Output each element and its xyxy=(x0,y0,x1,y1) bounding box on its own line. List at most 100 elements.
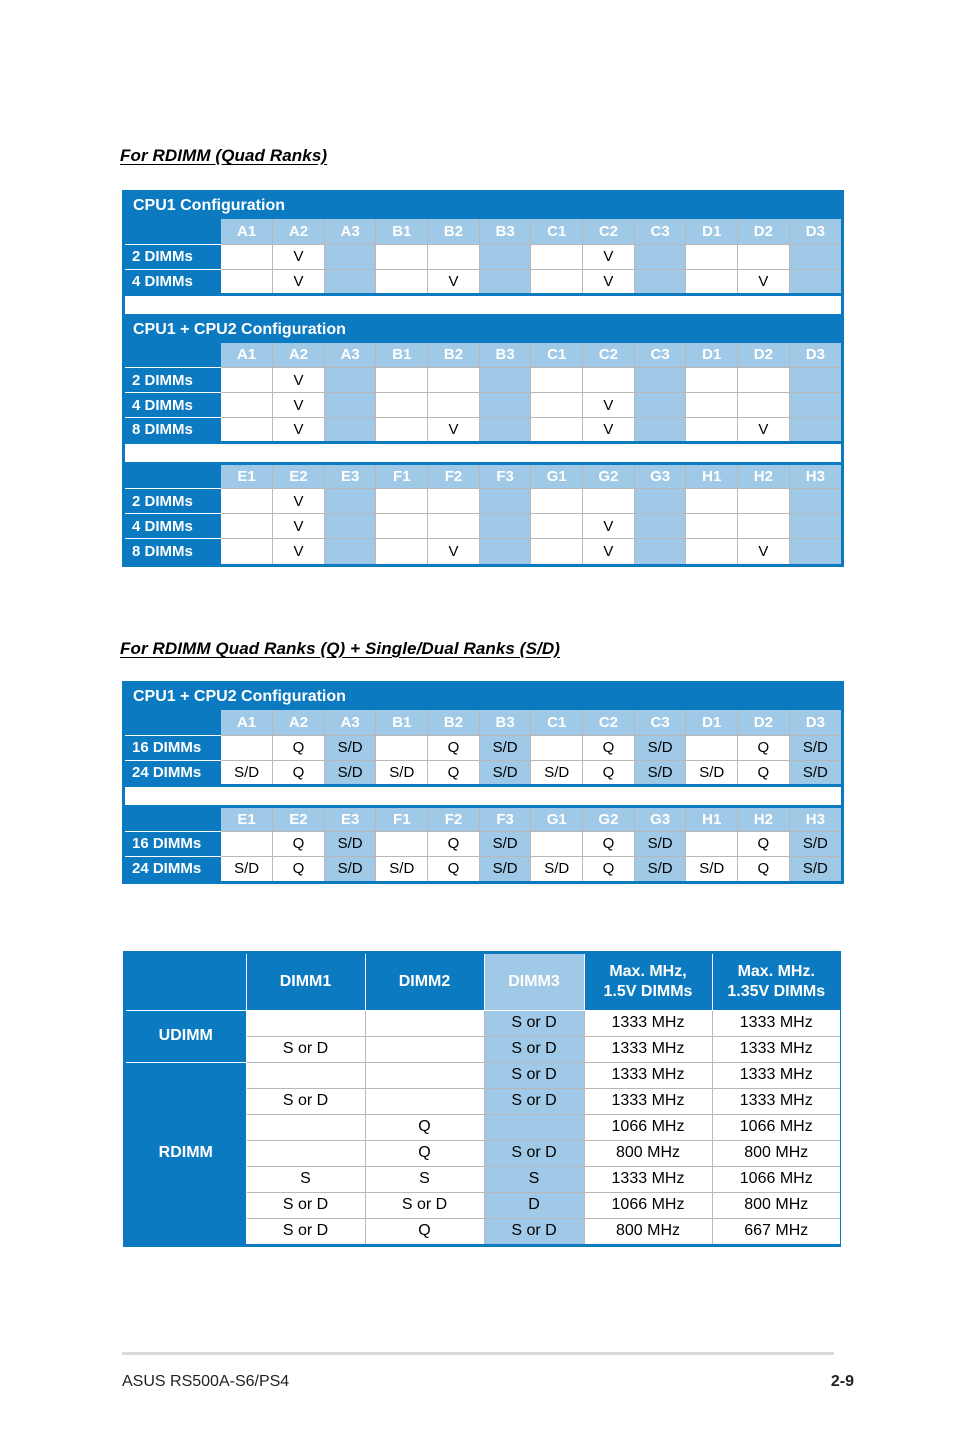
matrix-cell-d2: Q xyxy=(737,735,790,761)
matrix-cell-e2: Q xyxy=(272,856,325,881)
column-header-h2: H2 xyxy=(737,806,790,832)
matrix-cell-b3 xyxy=(479,392,532,418)
table-row: 8 DIMMs V V V V xyxy=(125,538,842,564)
matrix-cell-d3 xyxy=(789,244,842,270)
matrix-cell-b3 xyxy=(479,417,532,443)
matrix-cell-c3 xyxy=(634,244,687,270)
table-title: CPU1 + CPU2 Configuration xyxy=(125,684,841,710)
matrix-cell-d2: V xyxy=(737,269,790,295)
table-header-row: A1 A2 A3 B1 B2 B3 C1 C2 C3 D1 D2 D3 xyxy=(125,219,842,245)
matrix-cell-a3 xyxy=(324,392,377,418)
column-header-a2: A2 xyxy=(272,710,325,736)
matrix-cell-e2: V xyxy=(272,538,325,564)
matrix-cell-b2: V xyxy=(427,269,480,295)
column-header-d2: D2 xyxy=(737,342,790,368)
column-header-e1: E1 xyxy=(221,806,274,832)
table-title: CPU1 Configuration xyxy=(125,193,842,219)
matrix-cell-c3 xyxy=(634,417,687,443)
matrix-cell-c3 xyxy=(634,269,687,295)
matrix-cell-f1 xyxy=(375,513,429,539)
matrix-cell-e3 xyxy=(324,538,377,564)
column-header-f1: F1 xyxy=(375,463,429,489)
matrix-cell-c1: S/D xyxy=(530,760,584,786)
matrix-cell-f1 xyxy=(375,538,429,564)
matrix-cell-a1 xyxy=(221,269,274,295)
speed-cell-dimm3: S or D xyxy=(484,1088,585,1115)
column-header-d2: D2 xyxy=(737,219,790,245)
speed-cell-max-15v: 1066 MHz xyxy=(584,1192,713,1219)
table-corner-cell xyxy=(125,806,221,832)
table-row: 8 DIMMs V V V V xyxy=(125,417,842,443)
column-header-c3: C3 xyxy=(634,219,687,245)
matrix-cell-a2: Q xyxy=(272,735,325,761)
matrix-cell-b3: S/D xyxy=(479,735,532,761)
speed-cell-max-135v: 1333 MHz xyxy=(712,1062,840,1089)
table-row: 2 DIMMs V xyxy=(125,367,842,393)
matrix-cell-b2 xyxy=(427,244,480,270)
matrix-cell-b1 xyxy=(375,735,429,761)
column-header-d3: D3 xyxy=(789,710,841,736)
matrix-cell-h2: Q xyxy=(737,831,790,857)
speed-cell-max-135v: 667 MHz xyxy=(712,1218,840,1244)
matrix-cell-d1 xyxy=(685,417,739,443)
column-header-a2: A2 xyxy=(272,342,325,368)
matrix-cell-g2 xyxy=(582,488,635,514)
speed-cell-dimm3: S or D xyxy=(484,1140,585,1167)
speed-group-label-rdimm: RDIMM xyxy=(126,1062,247,1244)
table-corner-cell xyxy=(125,710,221,736)
matrix-cell-h3: S/D xyxy=(789,856,841,881)
table-row: 4 DIMMs V V xyxy=(125,392,842,418)
row-label: 24 DIMMs xyxy=(125,856,221,881)
speed-cell-max-15v: 1066 MHz xyxy=(584,1114,713,1141)
matrix-cell-e3: S/D xyxy=(324,856,377,881)
matrix-cell-d2 xyxy=(737,244,790,270)
matrix-cell-g3: S/D xyxy=(634,831,687,857)
speed-cell-max-15v: 1333 MHz xyxy=(584,1010,713,1037)
speed-cell-dimm1: S or D xyxy=(246,1218,366,1244)
column-header-e3: E3 xyxy=(324,806,377,832)
table-gap xyxy=(125,292,842,317)
column-header-a1: A1 xyxy=(221,342,274,368)
column-header-c1: C1 xyxy=(530,710,584,736)
matrix-cell-c2: V xyxy=(582,244,635,270)
matrix-cell-h1 xyxy=(685,513,739,539)
column-header-g1: G1 xyxy=(530,806,584,832)
column-header-b2: B2 xyxy=(427,219,480,245)
matrix-cell-d3 xyxy=(789,269,842,295)
matrix-cell-g1: S/D xyxy=(530,856,584,881)
table-title-row: CPU1 + CPU2 Configuration xyxy=(125,684,841,710)
matrix-cell-d1 xyxy=(685,392,739,418)
matrix-table: CPU1 + CPU2 Configuration A1 A2 A3 B1 B2 B3 C1 C… xyxy=(125,684,841,881)
matrix-cell-c1 xyxy=(530,392,584,418)
speed-header-max-15v-line1: Max. MHz, xyxy=(609,962,687,980)
speed-cell-max-135v: 800 MHz xyxy=(712,1192,840,1219)
matrix-cell-d2 xyxy=(737,392,790,418)
speed-group-label-udimm: UDIMM xyxy=(126,1010,247,1063)
table-dimm-speed-matrix: DIMM1 DIMM2 DIMM3 Max. MHz, 1.5V DIMMs Max. M… xyxy=(123,951,841,1247)
matrix-cell-d1 xyxy=(685,735,739,761)
matrix-cell-g3 xyxy=(634,488,687,514)
row-label: 2 DIMMs xyxy=(125,488,221,514)
matrix-cell-a3 xyxy=(324,367,377,393)
table-gap-row xyxy=(125,292,842,317)
speed-header-max-15v: Max. MHz, 1.5V DIMMs xyxy=(584,954,713,1011)
table-title: CPU1 + CPU2 Configuration xyxy=(125,315,842,343)
speed-cell-dimm3: S xyxy=(484,1166,585,1193)
matrix-cell-f1 xyxy=(375,488,429,514)
speed-table: DIMM1 DIMM2 DIMM3 Max. MHz, 1.5V DIMMs Max. M… xyxy=(126,954,840,1244)
matrix-cell-d2 xyxy=(737,367,790,393)
speed-header-max-135v-line2: 1.35V DIMMs xyxy=(727,982,826,1000)
speed-cell-dimm2 xyxy=(365,1036,485,1063)
matrix-cell-g2: Q xyxy=(582,831,635,857)
table-header-row: A1 A2 A3 B1 B2 B3 C1 C2 C3 D1 D2 D3 xyxy=(125,710,841,736)
matrix-cell-b1 xyxy=(375,392,429,418)
matrix-cell-f2 xyxy=(427,488,480,514)
column-header-a1: A1 xyxy=(221,219,274,245)
matrix-cell-g2: Q xyxy=(582,856,635,881)
table-title-row: CPU1 + CPU2 Configuration xyxy=(125,315,842,343)
matrix-cell-a2: Q xyxy=(272,760,325,786)
matrix-cell-e2: Q xyxy=(272,831,325,857)
speed-cell-dimm1: S xyxy=(246,1166,366,1193)
footer-divider xyxy=(122,1352,834,1355)
column-header-d1: D1 xyxy=(685,219,739,245)
